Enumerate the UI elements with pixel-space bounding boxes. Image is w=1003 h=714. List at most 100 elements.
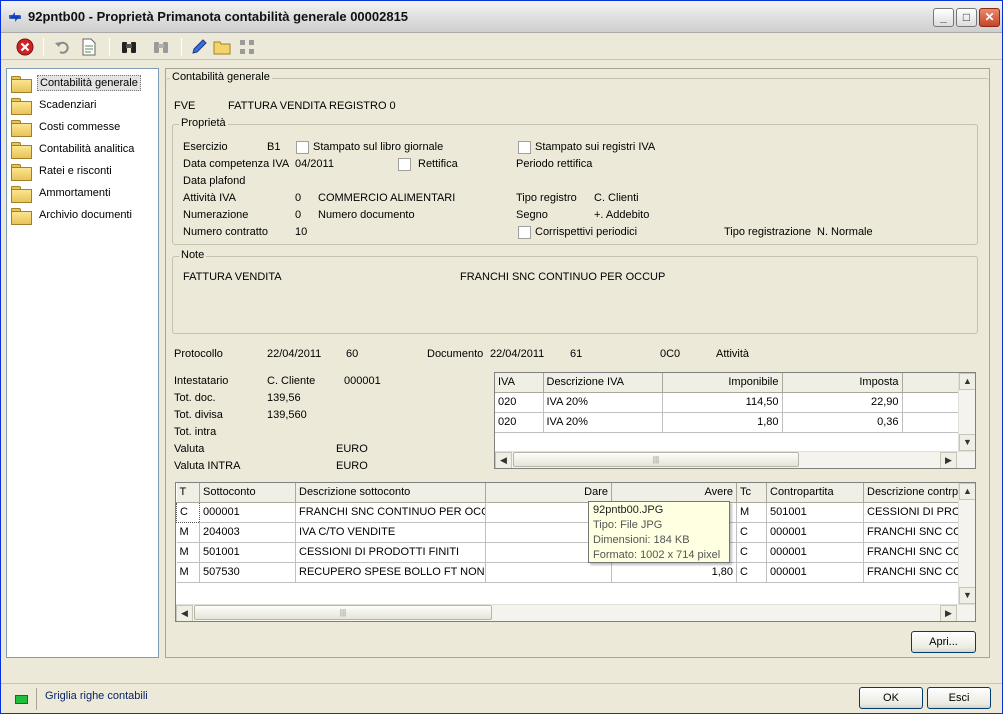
grid-cell[interactable]: 501001 xyxy=(766,502,864,523)
grid-cell[interactable]: C xyxy=(736,522,767,543)
grid-cell[interactable]: M xyxy=(176,542,200,563)
numero-contratto-value[interactable]: 10 xyxy=(295,226,307,238)
stampato-giornale-checkbox[interactable] xyxy=(296,141,309,154)
iva-cell[interactable]: 020 xyxy=(495,392,544,413)
sidebar-item-contabilita-analitica[interactable]: Contabilità analitica xyxy=(11,139,136,159)
grid-cell[interactable]: CESSIONI DI PRODOTTI FINITI xyxy=(295,542,486,563)
grid-cell[interactable]: 1,80 xyxy=(611,562,737,583)
iva-col-imponibile[interactable]: Imponibile xyxy=(662,373,783,393)
grid-cell[interactable]: 000001 xyxy=(766,562,864,583)
scroll-thumb[interactable]: ||| xyxy=(513,452,799,467)
grid-cell[interactable] xyxy=(485,562,612,583)
data-competenza-value[interactable]: 04/2011 xyxy=(295,158,334,170)
document-icon[interactable] xyxy=(79,37,99,57)
iva-cell[interactable]: IVA 20% xyxy=(543,392,663,413)
col-descrizione-contrp[interactable]: Descrizione contrp xyxy=(863,483,960,503)
protocollo-num[interactable]: 60 xyxy=(346,348,358,360)
scroll-down-icon[interactable]: ▼ xyxy=(959,587,975,604)
rows-vscroll[interactable]: ▲ ▼ xyxy=(958,483,975,604)
iva-grid[interactable]: IVA Descrizione IVA Imponibile Imposta 0… xyxy=(494,372,976,469)
tipo-registro-value[interactable]: C. Clienti xyxy=(594,192,639,204)
iva-cell[interactable]: 114,50 xyxy=(662,392,783,413)
grid-cell[interactable]: FRANCHI SNC COI xyxy=(863,562,960,583)
col-dare[interactable]: Dare xyxy=(485,483,612,503)
stampato-iva-checkbox[interactable] xyxy=(518,141,531,154)
iva-cell[interactable]: 1,80 xyxy=(662,412,783,433)
col-t[interactable]: T xyxy=(176,483,200,503)
grid-cell[interactable]: 507530 xyxy=(199,562,296,583)
scroll-up-icon[interactable]: ▲ xyxy=(959,483,975,500)
minimize-button[interactable]: _ xyxy=(933,8,954,27)
folder-icon[interactable] xyxy=(212,37,232,57)
sidebar-item-archivio-documenti[interactable]: Archivio documenti xyxy=(11,205,134,225)
grid-cell[interactable]: FRANCHI SNC CONTINUO PER OCCI xyxy=(295,502,486,523)
grid-cell[interactable]: M xyxy=(176,522,200,543)
col-contropartita[interactable]: Contropartita xyxy=(766,483,864,503)
grid-cell[interactable]: IVA C/TO VENDITE xyxy=(295,522,486,543)
col-sottoconto[interactable]: Sottoconto xyxy=(199,483,296,503)
pencil-icon[interactable] xyxy=(189,37,209,57)
rows-hscroll[interactable]: ◀ ||| ▶ xyxy=(176,604,975,621)
rows-grid[interactable]: T Sottoconto Descrizione sottoconto Dare… xyxy=(175,482,976,622)
rettifica-checkbox[interactable] xyxy=(398,158,411,171)
sidebar-item-ammortamenti[interactable]: Ammortamenti xyxy=(11,183,113,203)
table-row[interactable]: M 507530 RECUPERO SPESE BOLLO FT NON I 1… xyxy=(176,562,960,583)
iva-cell[interactable]: IVA 20% xyxy=(543,412,663,433)
tree-icon[interactable] xyxy=(237,37,257,57)
segno-value[interactable]: +. Addebito xyxy=(594,209,649,221)
apri-button[interactable]: Apri... xyxy=(911,631,976,653)
binoculars-grey-icon[interactable] xyxy=(151,37,171,57)
iva-cell[interactable]: 020 xyxy=(495,412,544,433)
undo-icon[interactable] xyxy=(53,37,73,57)
scroll-thumb[interactable]: ||| xyxy=(194,605,492,620)
grid-cell[interactable]: FRANCHI SNC COI xyxy=(863,522,960,543)
note-text-1[interactable]: FATTURA VENDITA xyxy=(183,271,282,283)
tipo-registrazione-value[interactable]: N. Normale xyxy=(817,226,873,238)
grid-cell[interactable]: 501001 xyxy=(199,542,296,563)
iva-hscroll[interactable]: ◀ ||| ▶ xyxy=(495,451,975,468)
binoculars-icon[interactable] xyxy=(119,37,139,57)
iva-col-iva[interactable]: IVA xyxy=(495,373,544,393)
grid-cell[interactable]: 000001 xyxy=(199,502,296,523)
grid-cell[interactable]: C xyxy=(736,562,767,583)
table-row[interactable]: M 204003 IVA C/TO VENDITE C 000001 FRANC… xyxy=(176,522,960,543)
col-tc[interactable]: Tc xyxy=(736,483,767,503)
intestatario-type[interactable]: C. Cliente xyxy=(267,375,315,387)
grid-cell[interactable]: RECUPERO SPESE BOLLO FT NON I xyxy=(295,562,486,583)
sidebar-item-costi-commesse[interactable]: Costi commesse xyxy=(11,117,122,137)
grid-cell[interactable]: 000001 xyxy=(766,542,864,563)
sidebar-item-contabilita-generale[interactable]: Contabilità generale xyxy=(11,73,141,93)
grid-cell[interactable]: M xyxy=(176,562,200,583)
iva-cell[interactable] xyxy=(902,412,959,433)
documento-num[interactable]: 61 xyxy=(570,348,582,360)
attivita-iva-value[interactable]: 0 xyxy=(295,192,301,204)
grid-cell[interactable]: C xyxy=(736,542,767,563)
table-row[interactable]: C 000001 FRANCHI SNC CONTINUO PER OCCI 1… xyxy=(176,501,960,523)
protocollo-date[interactable]: 22/04/2011 xyxy=(267,348,321,360)
esercizio-value[interactable]: B1 xyxy=(267,141,280,153)
iva-col-imposta[interactable]: Imposta xyxy=(782,373,903,393)
documento-date[interactable]: 22/04/2011 xyxy=(490,348,544,360)
corrispettivi-checkbox[interactable] xyxy=(518,226,531,239)
scroll-up-icon[interactable]: ▲ xyxy=(959,373,975,390)
grid-cell[interactable]: C xyxy=(176,501,200,523)
sidebar-item-ratei-risconti[interactable]: Ratei e risconti xyxy=(11,161,114,181)
close-window-button[interactable]: ✕ xyxy=(979,8,1000,27)
scroll-left-icon[interactable]: ◀ xyxy=(495,452,512,468)
iva-col-descrizione[interactable]: Descrizione IVA xyxy=(543,373,663,393)
numerazione-value[interactable]: 0 xyxy=(295,209,301,221)
table-row[interactable]: M 501001 CESSIONI DI PRODOTTI FINITI C 0… xyxy=(176,542,960,563)
sidebar-item-scadenziari[interactable]: Scadenziari xyxy=(11,95,98,115)
table-row[interactable]: 020 IVA 20% 1,80 0,36 xyxy=(495,412,959,433)
maximize-button[interactable]: □ xyxy=(956,8,977,27)
iva-cell[interactable] xyxy=(902,392,959,413)
scroll-down-icon[interactable]: ▼ xyxy=(959,434,975,451)
iva-vscroll[interactable]: ▲ ▼ xyxy=(958,373,975,451)
esci-button[interactable]: Esci xyxy=(927,687,991,709)
table-row[interactable]: 020 IVA 20% 114,50 22,90 xyxy=(495,392,959,413)
documento-code[interactable]: 0C0 xyxy=(660,348,680,360)
grid-cell[interactable]: 204003 xyxy=(199,522,296,543)
iva-cell[interactable]: 0,36 xyxy=(782,412,903,433)
iva-cell[interactable]: 22,90 xyxy=(782,392,903,413)
col-avere[interactable]: Avere xyxy=(611,483,737,503)
